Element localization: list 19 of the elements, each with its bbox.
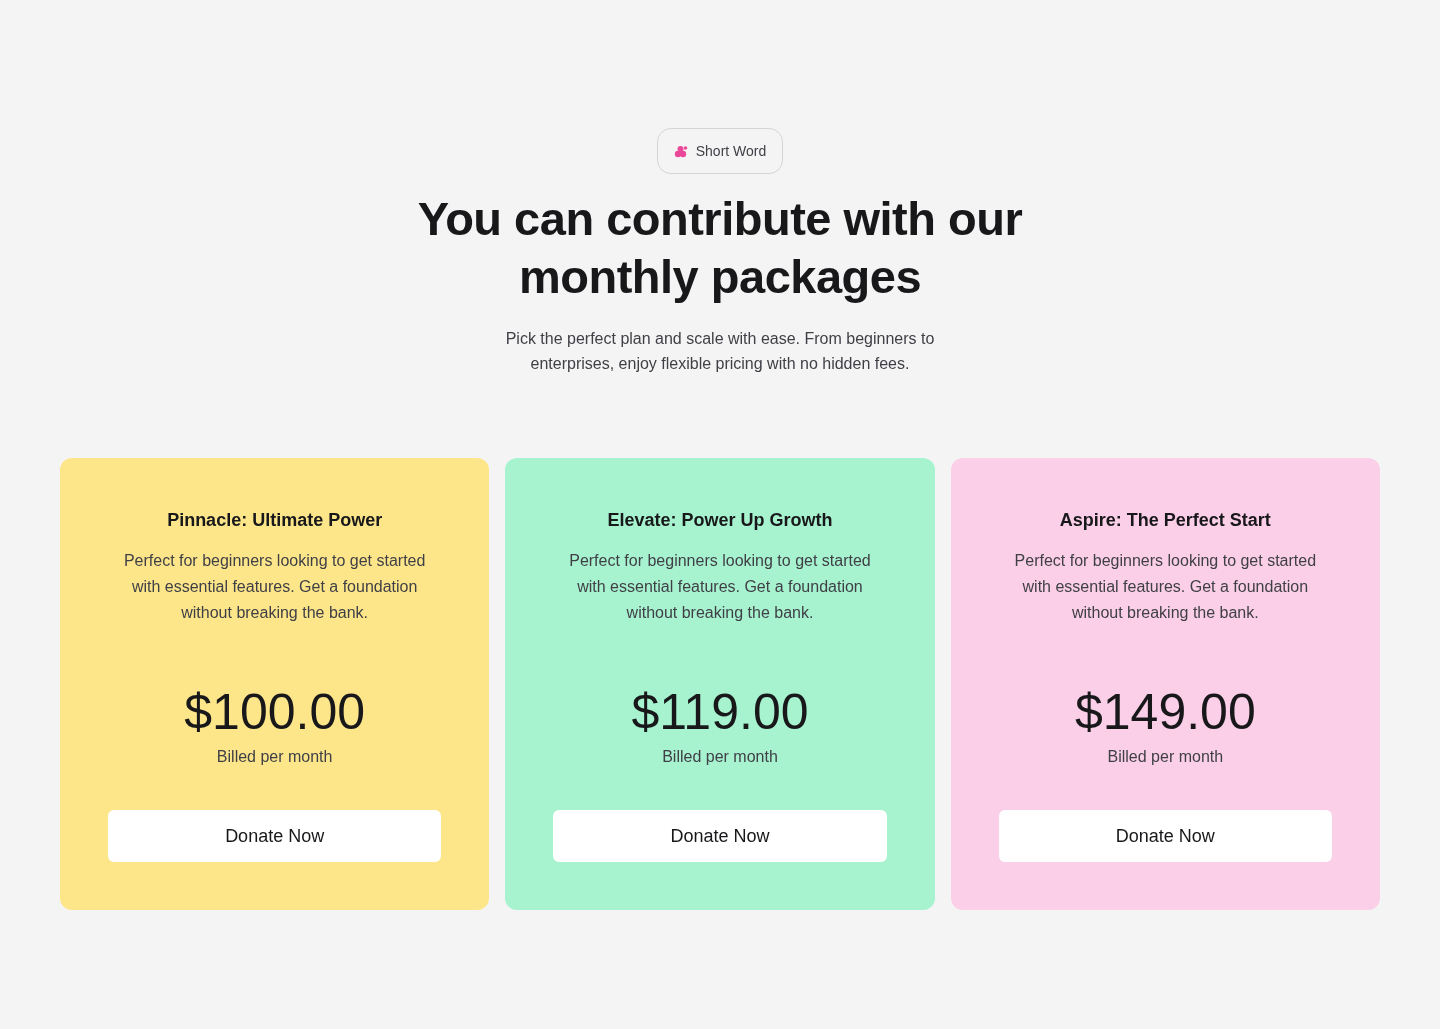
page-subtitle: Pick the perfect plan and scale with ease. From beginners to enterprises, enjoy flexible pricing with no hidden fees.	[504, 329, 936, 374]
donate-button[interactable]: Donate Now	[108, 810, 442, 862]
donate-button[interactable]: Donate Now	[998, 810, 1332, 862]
billing-period: Billed per month	[1107, 748, 1224, 766]
plan-title: Elevate: Power Up Growth	[607, 509, 833, 532]
plan-title: Pinnacle: Ultimate Power	[167, 509, 383, 532]
plan-description: Perfect for beginners looking to get started with essential features. Get a foundation without breaking the bank.	[1013, 551, 1318, 623]
billing-period: Billed per month	[662, 748, 778, 766]
badge-label: Short Word	[695, 143, 767, 159]
plan-title: Aspire: The Perfect Start	[1059, 509, 1271, 532]
plan-price: $149.00	[1074, 683, 1256, 742]
plan-description: Perfect for beginners looking to get started with essential features. Get a foundation without breaking the bank.	[122, 551, 427, 623]
plan-price: $100.00	[184, 683, 366, 742]
dots-icon	[673, 144, 688, 158]
donate-button[interactable]: Donate Now	[553, 810, 887, 862]
page-heading: You can contribute with our monthly packages	[416, 191, 1024, 305]
plan-description: Perfect for beginners looking to get started with essential features. Get a foundation without breaking the bank.	[568, 551, 872, 623]
billing-period: Billed per month	[216, 748, 333, 766]
plan-price: $119.00	[631, 683, 809, 742]
